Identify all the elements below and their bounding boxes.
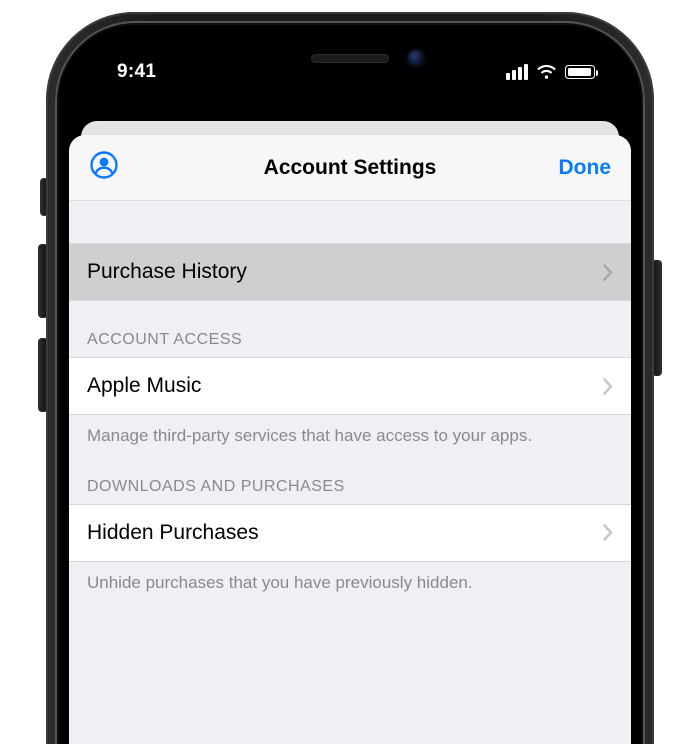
chevron-right-icon xyxy=(603,264,613,281)
account-icon[interactable] xyxy=(89,150,119,185)
hidden-purchases-label: Hidden Purchases xyxy=(87,521,259,545)
nav-title: Account Settings xyxy=(169,156,531,180)
chevron-right-icon xyxy=(603,378,613,395)
chevron-right-icon xyxy=(603,524,613,541)
apple-music-row[interactable]: Apple Music xyxy=(69,357,631,415)
notch xyxy=(221,35,479,75)
wifi-icon xyxy=(536,65,557,80)
downloads-footer: Unhide purchases that you have previousl… xyxy=(69,562,631,595)
screen: 9:41 xyxy=(69,35,631,744)
purchase-history-label: Purchase History xyxy=(87,260,247,284)
account-access-footer: Manage third-party services that have ac… xyxy=(69,415,631,448)
battery-icon xyxy=(565,65,595,79)
speaker-grille xyxy=(311,54,389,63)
cellular-signal-icon xyxy=(506,64,528,80)
downloads-header: DOWNLOADS AND PURCHASES xyxy=(69,448,631,504)
front-camera xyxy=(408,50,424,66)
purchase-history-row[interactable]: Purchase History xyxy=(69,243,631,301)
status-time: 9:41 xyxy=(117,61,156,83)
hidden-purchases-row[interactable]: Hidden Purchases xyxy=(69,504,631,562)
phone-body: 9:41 xyxy=(46,12,654,744)
apple-music-label: Apple Music xyxy=(87,374,201,398)
account-access-header: ACCOUNT ACCESS xyxy=(69,301,631,357)
modal-sheet: Account Settings Done Purchase History A… xyxy=(69,135,631,744)
done-button[interactable]: Done xyxy=(531,156,611,180)
nav-bar: Account Settings Done xyxy=(69,135,631,201)
